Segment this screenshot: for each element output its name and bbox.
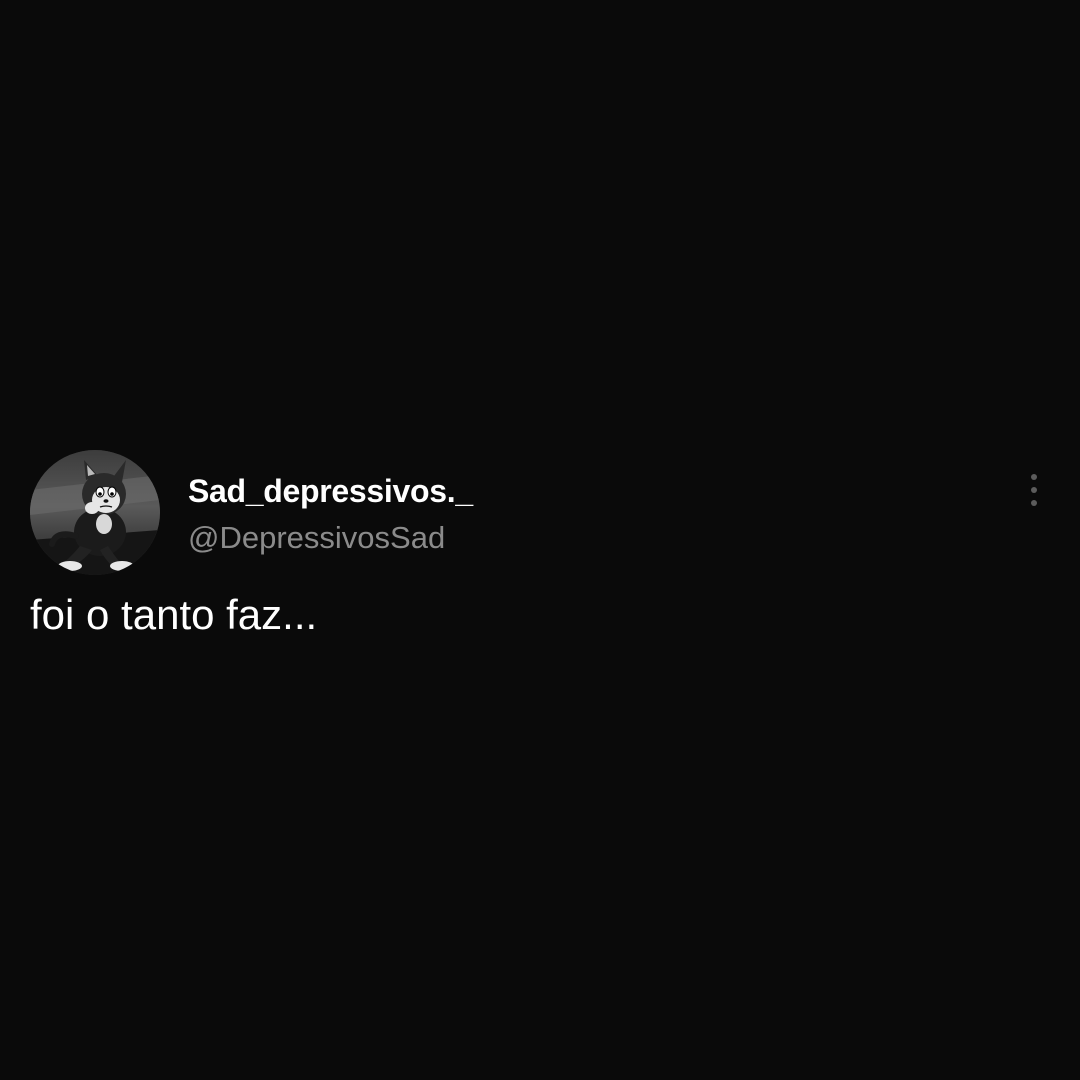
- more-options-button[interactable]: [1022, 470, 1046, 510]
- avatar[interactable]: [30, 450, 160, 575]
- cat-avatar-icon: [30, 450, 160, 575]
- tweet-text: foi o tanto faz...: [30, 591, 318, 638]
- tweet-card: Sad_depressivos._ @DepressivosSad foi o …: [30, 450, 1050, 641]
- tweet-screenshot: Sad_depressivos._ @DepressivosSad foi o …: [0, 0, 1080, 1080]
- author-names: Sad_depressivos._ @DepressivosSad: [188, 470, 473, 558]
- display-name[interactable]: Sad_depressivos._: [188, 470, 473, 512]
- user-handle[interactable]: @DepressivosSad: [188, 518, 473, 558]
- tweet-header: Sad_depressivos._ @DepressivosSad: [30, 450, 1050, 575]
- vertical-ellipsis-icon: [1031, 474, 1037, 506]
